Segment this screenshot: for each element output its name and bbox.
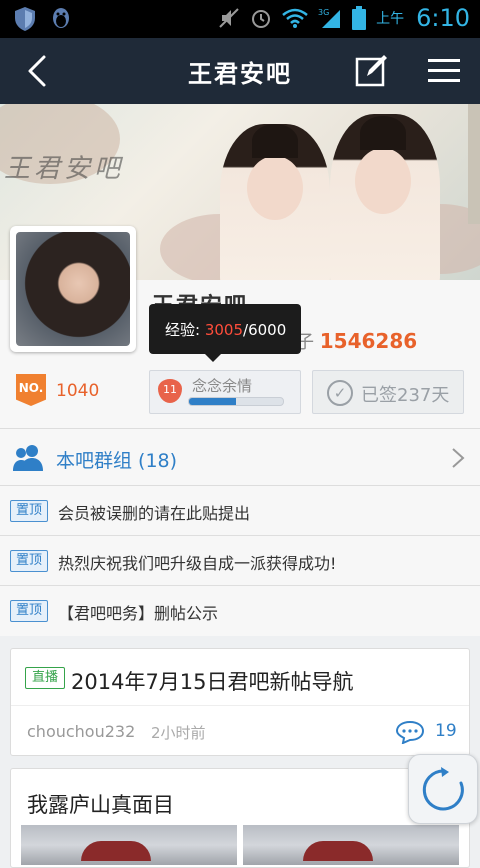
shield-icon: [15, 7, 35, 31]
thread-title: 2014年7月15日君吧新帖导航: [71, 670, 354, 694]
rank-number: 1040: [56, 381, 100, 401]
experience-progress-fill: [189, 398, 236, 405]
pinned-tag: 置顶: [10, 500, 48, 522]
sign-in-status: 已签237天: [361, 385, 450, 406]
refresh-button[interactable]: [408, 754, 478, 824]
thread-meta: chouchou232 2小时前 19: [11, 705, 469, 755]
status-bar: 3G 上午 6:10: [0, 0, 480, 38]
chevron-right-icon: [452, 448, 465, 468]
exp-total: /6000: [243, 321, 287, 339]
thread-card[interactable]: 直播 2014年7月15日君吧新帖导航 chouchou232 2小时前 19: [10, 648, 470, 756]
exp-label: 经验:: [165, 321, 201, 339]
checkmark-icon: ✓: [327, 380, 353, 406]
refresh-icon: [422, 767, 464, 811]
bar-groups-row[interactable]: 本吧群组 (18): [0, 428, 480, 486]
pinned-tag: 置顶: [10, 600, 48, 622]
pinned-thread-title: 会员被误删的请在此贴提出: [58, 504, 251, 523]
qq-penguin-icon: [53, 8, 69, 28]
am-pm: 上午: [376, 11, 405, 27]
banner-watermark: 王君安吧: [4, 154, 125, 184]
thread-thumbnail[interactable]: [21, 825, 237, 865]
pinned-threads-list: 置顶 会员被误删的请在此贴提出 置顶 热烈庆祝我们吧升级自成一派获得成功! 置顶…: [0, 486, 480, 636]
signal-3g-icon: 3G: [318, 8, 341, 28]
thread-thumbnail[interactable]: [243, 825, 459, 865]
reply-count: 19: [435, 721, 457, 741]
member-level-button[interactable]: 11 念念余情: [149, 370, 301, 414]
bar-avatar[interactable]: [10, 226, 136, 352]
alarm-icon: [252, 10, 271, 28]
compose-icon[interactable]: [354, 54, 388, 88]
mute-icon: [219, 8, 239, 28]
exp-current: 3005: [204, 321, 244, 339]
pinned-thread-title: 热烈庆祝我们吧升级自成一派获得成功!: [58, 554, 337, 573]
network-type: 3G: [318, 8, 329, 17]
menu-icon[interactable]: [426, 56, 462, 86]
pinned-thread[interactable]: 置顶 会员被误删的请在此贴提出: [0, 486, 480, 536]
rank-badge-icon: NO.: [16, 374, 46, 406]
level-heart-icon: 11: [158, 379, 182, 403]
top-nav-bar: 王君安吧: [0, 38, 480, 104]
bar-groups-label: 本吧群组 (18): [56, 450, 178, 472]
wifi-icon: [282, 8, 308, 28]
thread-author[interactable]: chouchou232: [27, 722, 135, 741]
pinned-tag: 置顶: [10, 550, 48, 572]
page-title: 王君安吧: [188, 60, 292, 88]
avatar-image: [16, 232, 130, 346]
clock: 6:10: [416, 4, 470, 32]
thread-card[interactable]: 我露庐山真面目: [10, 768, 470, 868]
level-name: 念念余情: [192, 377, 253, 395]
sign-in-button[interactable]: ✓ 已签237天: [312, 370, 464, 414]
comment-bubble-icon: [395, 720, 425, 744]
experience-tooltip: 经验: 3005/6000: [149, 304, 301, 362]
pinned-thread[interactable]: 置顶 【君吧吧务】删帖公示: [0, 586, 480, 636]
pinned-thread-title: 【君吧吧务】删帖公示: [58, 604, 219, 623]
thread-title: 我露庐山真面目: [27, 793, 174, 817]
live-tag: 直播: [25, 667, 65, 689]
group-people-icon: [13, 445, 43, 471]
pinned-thread[interactable]: 置顶 热烈庆祝我们吧升级自成一派获得成功!: [0, 536, 480, 586]
posts-count: 1546286: [319, 329, 418, 353]
experience-progress-bar: [188, 397, 284, 406]
thread-time: 2小时前: [151, 724, 206, 742]
battery-icon: [352, 6, 367, 30]
